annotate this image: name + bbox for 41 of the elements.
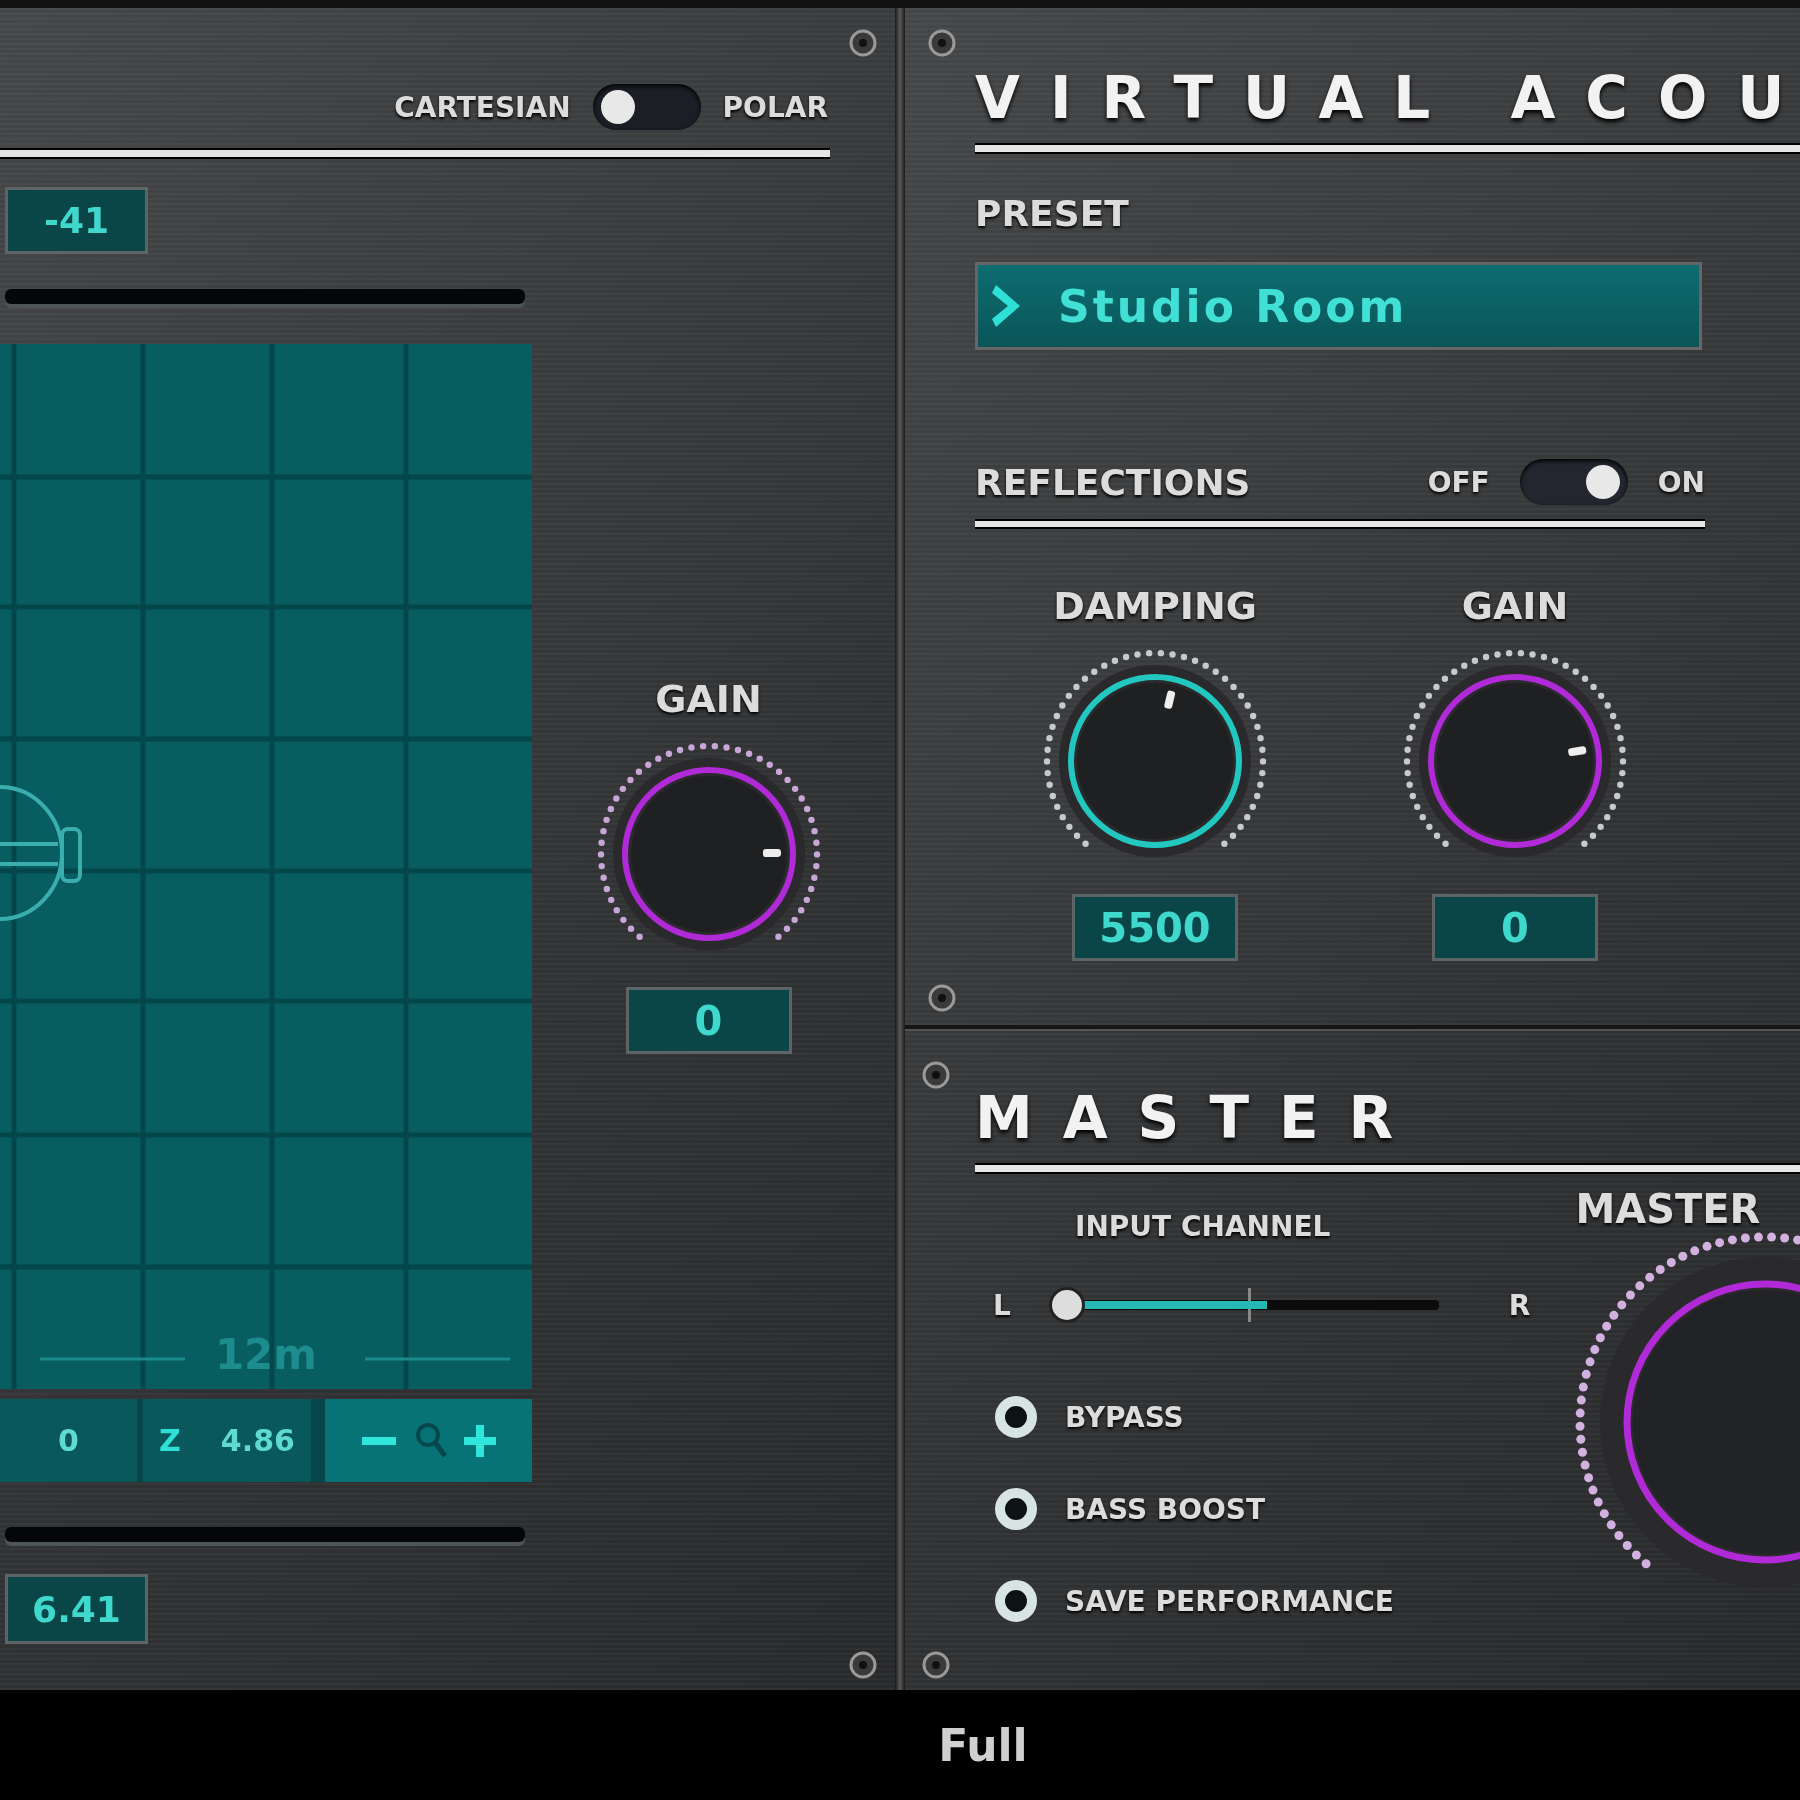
radio-button[interactable] (995, 1396, 1037, 1438)
section-title: MASTER (975, 1083, 1425, 1153)
screw-icon (848, 1650, 878, 1680)
slider-thumb[interactable] (1049, 1287, 1086, 1323)
toggle-label: OFF (1427, 465, 1490, 499)
knob-label: GAIN (1461, 584, 1569, 628)
slider-end-label: L (993, 1288, 1011, 1322)
reflections-toggle[interactable] (1519, 459, 1628, 505)
option-label: BYPASS (1065, 1400, 1184, 1434)
toggle-label: CARTESIAN (394, 90, 571, 124)
screw-icon (927, 983, 957, 1013)
screw-icon (848, 28, 878, 58)
preset-dropdown[interactable]: Studio Room (975, 262, 1702, 350)
value-field[interactable]: 5500 (1072, 894, 1238, 961)
value-field[interactable]: -41 (5, 187, 148, 254)
section-title: VIRTUAL ACOU (975, 63, 1800, 133)
radio-button[interactable] (995, 1488, 1037, 1530)
screw-icon (927, 28, 957, 58)
toggle-label: POLAR (722, 90, 828, 124)
slider-label: INPUT CHANNEL (1075, 1209, 1332, 1245)
knob-label: DAMPING (1053, 584, 1257, 628)
screw-icon (921, 1650, 951, 1680)
screw-icon (921, 1060, 951, 1090)
value-field[interactable]: 0 (625, 987, 792, 1054)
preset-label: PRESET (975, 194, 1130, 234)
section-label: REFLECTIONS (975, 461, 1251, 503)
slider-end-label: R (1508, 1288, 1531, 1322)
option-label: BASS BOOST (1065, 1492, 1266, 1526)
mode-toggle[interactable] (592, 84, 701, 130)
listener-head-icon[interactable] (0, 785, 82, 921)
value-field[interactable]: 6.41 (5, 1574, 148, 1644)
option-label: SAVE PERFORMANCE (1065, 1584, 1394, 1618)
coordinate-field[interactable]: 0 (0, 1399, 137, 1482)
value-field[interactable]: 0 (1432, 894, 1598, 961)
view-mode-label[interactable]: Full (938, 1719, 1028, 1771)
knob-label: GAIN (655, 677, 762, 721)
toggle-label: ON (1657, 465, 1705, 499)
knob-label: MASTER (1575, 1186, 1762, 1232)
coordinate-field[interactable]: Z 4.86 (143, 1399, 311, 1482)
zoom-in-icon[interactable] (461, 1422, 498, 1459)
radio-button[interactable] (995, 1580, 1037, 1622)
